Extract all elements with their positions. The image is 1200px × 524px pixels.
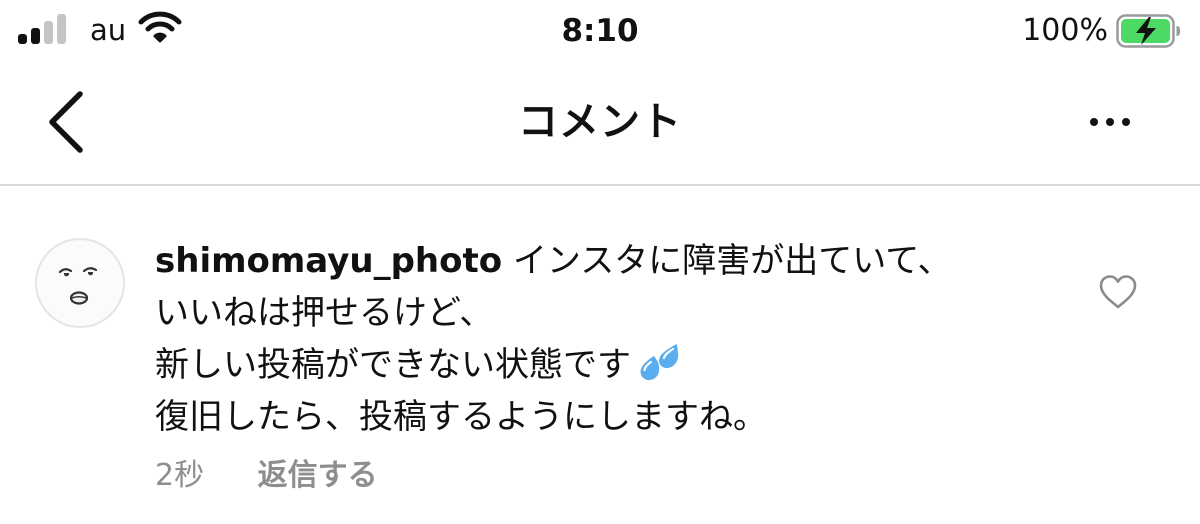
sweat-droplets-icon <box>640 344 679 381</box>
comment-line-1: shimomayu_photo インスタに障害が出ていて、 <box>155 235 1055 287</box>
status-time: 8:10 <box>561 13 639 49</box>
comment-item: shimomayu_photo インスタに障害が出ていて、 いいねは押せるけど、… <box>0 186 1200 524</box>
comment-text: shimomayu_photo インスタに障害が出ていて、 いいねは押せるけど、… <box>155 235 1055 443</box>
battery-percentage: 100% <box>1022 13 1108 48</box>
comment-line-2: いいねは押せるけど、 <box>155 293 494 333</box>
reply-button[interactable]: 返信する <box>258 456 378 496</box>
comments-screen: au 8:10 100% コメント shimomayu_photo インスタに障… <box>0 0 1200 524</box>
comment-timestamp: 2秒 <box>155 458 205 493</box>
status-bar: au 8:10 100% <box>0 0 1200 66</box>
comment-text-line: 新しい投稿ができない状態です <box>155 345 631 385</box>
more-options-button[interactable] <box>1086 106 1134 138</box>
comment-text-line: インスタに障害が出ていて、 <box>512 241 952 281</box>
comment-line-4: 復旧したら、投稿するようにしますね。 <box>155 397 767 437</box>
avatar-face-illustration <box>58 267 98 305</box>
avatar[interactable] <box>35 238 125 328</box>
page-title: コメント <box>518 99 682 145</box>
battery-charging-icon <box>1116 14 1180 48</box>
like-heart-icon[interactable] <box>1098 274 1138 310</box>
comment-username[interactable]: shimomayu_photo <box>155 241 502 281</box>
comment-line-3: 新しい投稿ができない状態です <box>155 339 1055 391</box>
comment-meta: 2秒 返信する <box>155 456 378 496</box>
navigation-header: コメント <box>0 66 1200 184</box>
